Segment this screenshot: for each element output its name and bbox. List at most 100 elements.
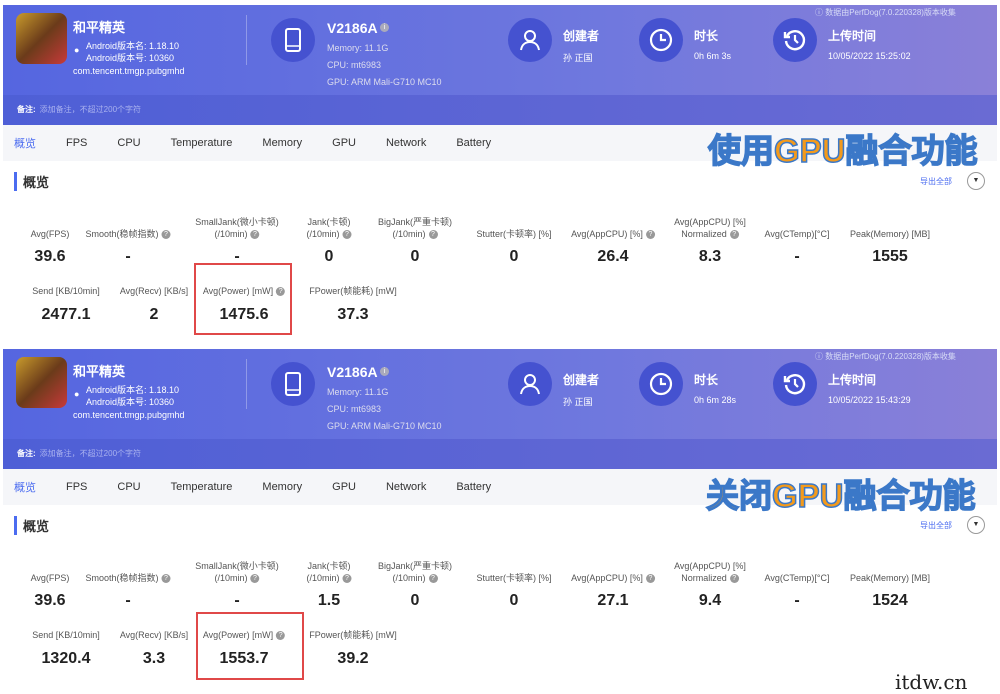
metric-label-line: Avg(Recv) [KB/s] (119, 286, 189, 296)
remark-bar: 备注: 添加备注，不超过200个字符 (3, 95, 997, 125)
app-name: 和平精英 (73, 364, 126, 379)
tab-memory[interactable]: Memory (262, 137, 302, 149)
info-icon[interactable]: i (380, 367, 389, 376)
metric-value: - (125, 248, 131, 265)
help-icon[interactable]: ? (428, 230, 438, 240)
game-icon (16, 13, 67, 64)
tab-cpu[interactable]: CPU (117, 137, 140, 149)
duration-value: 0h 6m 28s (694, 395, 737, 405)
history-icon (773, 18, 817, 62)
metric-label-line: Avg(Recv) [KB/s] (119, 630, 189, 640)
metric-label: Avg(FPS) (31, 228, 70, 240)
upload-value: 10/05/2022 15:43:29 (828, 395, 911, 405)
metric-label: Avg(AppCPU) [%] Normalized? (674, 560, 746, 584)
help-icon[interactable]: ? (645, 230, 655, 240)
metric-label-line: BigJank(严重卡顿) (377, 561, 453, 571)
app-package: com.tencent.tmgp.pubgmhd (73, 66, 185, 76)
help-icon[interactable]: ? (645, 574, 655, 584)
metric-label-line: Send [KB/10min] (32, 630, 100, 640)
creator-label: 创建者 (563, 29, 600, 43)
tab-cpu[interactable]: CPU (117, 481, 140, 493)
info-icon[interactable]: i (380, 23, 389, 32)
metric-value: 39.6 (34, 592, 66, 609)
tab-battery[interactable]: Battery (456, 481, 491, 493)
remark-bar: 备注: 添加备注，不超过200个字符 (3, 439, 997, 469)
android-icon: ● (74, 389, 80, 399)
help-icon[interactable]: ? (729, 574, 739, 584)
metric-label-line: Stutter(卡顿率) [%] (476, 229, 552, 239)
help-icon[interactable]: ? (342, 230, 352, 240)
expand-dropdown-button[interactable]: ▼ (967, 172, 985, 190)
remark-label: 备注: (17, 105, 36, 114)
metric-value: 1.5 (317, 592, 341, 609)
device-memory: Memory: 11.1G (327, 387, 389, 397)
metric-value: 1320.4 (41, 650, 91, 667)
clock-icon (639, 362, 683, 406)
device-cpu: CPU: mt6983 (327, 404, 382, 414)
help-icon[interactable]: ? (250, 574, 260, 584)
device-cpu: CPU: mt6983 (327, 60, 382, 70)
metric-label-line: BigJank(严重卡顿) (377, 217, 453, 227)
metric-label: FPower(帧能耗) [mW] (309, 285, 397, 297)
export-all-link[interactable]: 导出全部 (920, 520, 952, 531)
metric-label-line: Avg(AppCPU) [%] (674, 561, 746, 571)
help-icon[interactable]: ? (729, 230, 739, 240)
metric-label: Avg(Recv) [KB/s] (120, 629, 188, 641)
tab-battery[interactable]: Battery (456, 137, 491, 149)
help-icon[interactable]: ? (161, 574, 171, 584)
metric-label-line: FPower(帧能耗) [mW] (309, 630, 397, 640)
remark-input[interactable]: 添加备注，不超过200个字符 (40, 449, 141, 458)
metric-label-line: Avg(AppCPU) [%] (571, 573, 643, 583)
tab-temperature[interactable]: Temperature (171, 481, 233, 493)
help-icon[interactable]: ? (250, 230, 260, 240)
help-icon[interactable]: ? (161, 230, 171, 240)
metric-label-line: Avg(CTemp)[°C] (764, 573, 830, 583)
metric-value: - (125, 592, 131, 609)
tab-network[interactable]: Network (386, 481, 426, 493)
help-icon[interactable]: ? (428, 574, 438, 584)
metric-label: Smooth(稳帧指数)? (85, 228, 171, 240)
metric-value: 1555 (872, 248, 908, 265)
tab-temperature[interactable]: Temperature (171, 137, 233, 149)
app-version-code: Android版本号: 10360 (86, 53, 175, 63)
tab-overview[interactable]: 概览 (14, 479, 36, 495)
section-title: 概览 (14, 172, 49, 191)
metric-label-line: FPower(帧能耗) [mW] (309, 286, 397, 296)
metric-value: - (234, 592, 240, 609)
device-memory: Memory: 11.1G (327, 43, 389, 53)
metric-label-line: Avg(CTemp)[°C] (764, 229, 830, 239)
metric-label-line: SmallJank(微小卡顿) (195, 217, 279, 227)
tab-fps[interactable]: FPS (66, 137, 87, 149)
tab-memory[interactable]: Memory (262, 481, 302, 493)
device-gpu: GPU: ARM Mali-G710 MC10 (327, 77, 442, 87)
metric-label-line: (/10min) (306, 573, 340, 583)
remark-input[interactable]: 添加备注，不超过200个字符 (40, 105, 141, 114)
metric-label-line: Avg(AppCPU) [%] (674, 217, 746, 227)
tab-network[interactable]: Network (386, 137, 426, 149)
duration-label: 时长 (694, 29, 719, 43)
expand-dropdown-button[interactable]: ▼ (967, 516, 985, 534)
metric-label: Avg(CTemp)[°C] (765, 572, 830, 584)
metric-label-line: Smooth(稳帧指数) (85, 229, 159, 239)
metric-value: 1524 (872, 592, 908, 609)
upload-label: 上传时间 (828, 29, 877, 43)
help-icon[interactable]: ? (342, 574, 352, 584)
metric-value: 27.1 (597, 592, 629, 609)
clock-icon (639, 18, 683, 62)
metric-label-line: Send [KB/10min] (32, 286, 100, 296)
metric-label: Avg(AppCPU) [%] Normalized? (674, 216, 746, 240)
android-icon: ● (74, 45, 80, 55)
tab-overview[interactable]: 概览 (14, 135, 36, 151)
metric-label-line: Avg(AppCPU) [%] (571, 229, 643, 239)
tab-gpu[interactable]: GPU (332, 137, 356, 149)
metric-label: FPower(帧能耗) [mW] (309, 629, 397, 641)
metric-label: Stutter(卡顿率) [%] (476, 228, 551, 240)
export-all-link[interactable]: 导出全部 (920, 176, 952, 187)
metric-value: 9.4 (698, 592, 722, 609)
device-gpu: GPU: ARM Mali-G710 MC10 (327, 421, 442, 431)
metric-label: SmallJank(微小卡顿) (/10min)? (195, 560, 279, 584)
tab-fps[interactable]: FPS (66, 481, 87, 493)
report-panel: 和平精英 ● Android版本名: 1.18.10 Android版本号: 1036… (0, 0, 1000, 344)
metric-label: Jank(卡顿) (/10min)? (306, 560, 352, 584)
tab-gpu[interactable]: GPU (332, 481, 356, 493)
